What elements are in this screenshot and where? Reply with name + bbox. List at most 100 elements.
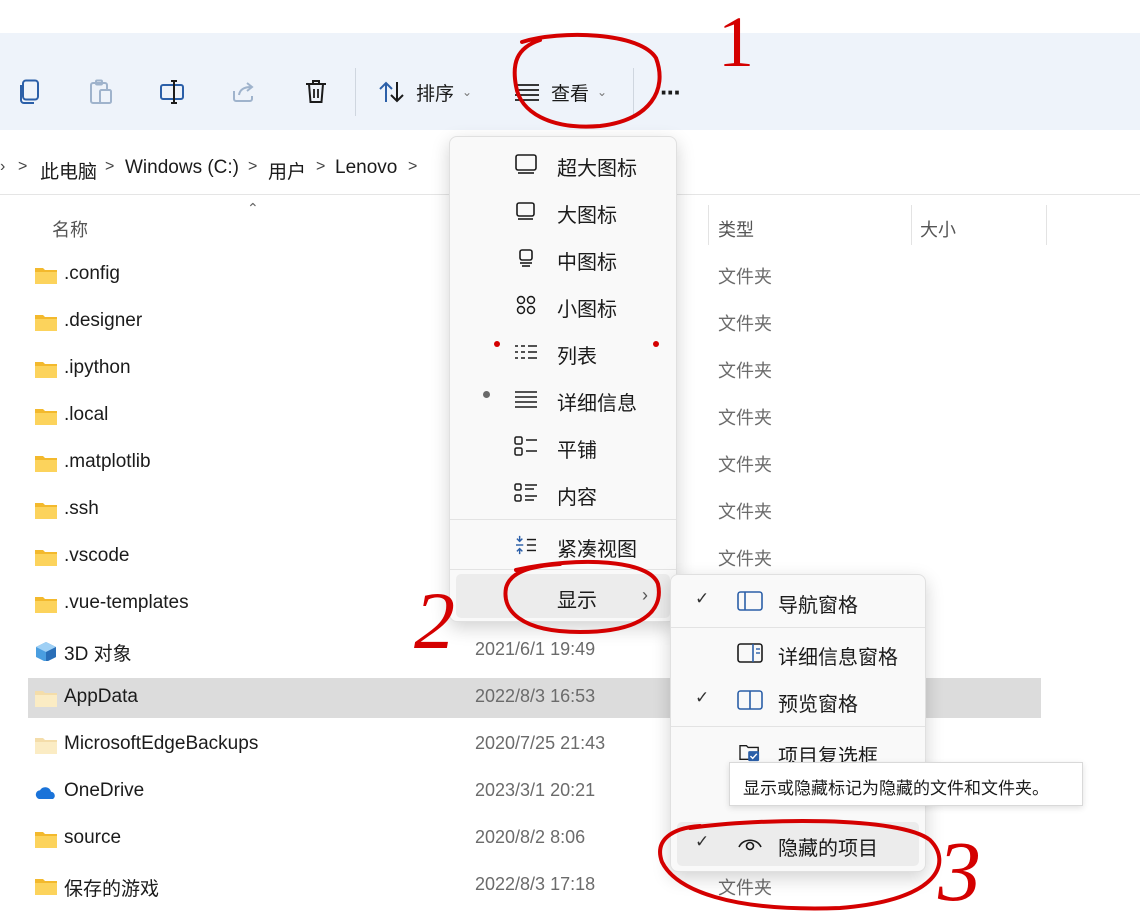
folder-icon bbox=[35, 597, 57, 613]
menu-divider bbox=[671, 627, 925, 628]
menu-item-tiles[interactable]: 平铺 bbox=[456, 424, 670, 468]
menu-item-medium-icons[interactable]: 中图标 bbox=[456, 236, 670, 280]
menu-item-label: 小图标 bbox=[557, 299, 617, 321]
menu-item-label: 超大图标 bbox=[557, 158, 637, 180]
file-name: .local bbox=[64, 404, 109, 425]
rename-icon bbox=[160, 80, 184, 104]
menu-item-list[interactable]: 列表 bbox=[456, 330, 670, 374]
file-type: 文件夹 bbox=[718, 314, 772, 334]
medium-icons-icon bbox=[519, 249, 533, 267]
column-header-type[interactable]: 类型 bbox=[718, 216, 754, 242]
file-name: 3D 对象 bbox=[64, 644, 132, 665]
file-name: .ssh bbox=[64, 498, 99, 519]
more-options-button[interactable]: ··· bbox=[652, 74, 688, 110]
folder-icon bbox=[35, 362, 57, 378]
folder-icon bbox=[35, 456, 57, 472]
file-date: 2023/3/1 20:21 bbox=[475, 780, 596, 800]
selected-dot-icon bbox=[483, 391, 490, 398]
file-type: 文件夹 bbox=[718, 408, 772, 428]
content-icon bbox=[514, 483, 537, 502]
extra-large-icons-icon bbox=[515, 154, 537, 174]
file-name: AppData bbox=[64, 686, 138, 707]
file-name: .vue-templates bbox=[64, 592, 189, 613]
folder-icon bbox=[35, 315, 57, 331]
toolbar-divider bbox=[633, 68, 634, 116]
menu-item-label: 预览窗格 bbox=[778, 694, 858, 716]
menu-item-show[interactable]: 显示 › bbox=[456, 574, 670, 618]
tooltip-text: 显示或隐藏标记为隐藏的文件和文件夹。 bbox=[743, 779, 1049, 798]
file-date: 2020/7/25 21:43 bbox=[475, 733, 606, 753]
folder-icon bbox=[35, 503, 57, 519]
menu-item-details[interactable]: 详细信息 bbox=[456, 377, 670, 421]
compact-view-icon bbox=[516, 535, 536, 555]
menu-item-hidden-items[interactable]: ✓ 隐藏的项目 bbox=[677, 822, 919, 866]
column-divider[interactable] bbox=[708, 205, 709, 245]
chevron-right-icon: > bbox=[248, 158, 258, 175]
menu-item-details-pane[interactable]: 详细信息窗格 bbox=[677, 631, 919, 675]
file-date: 2021/6/1 19:49 bbox=[475, 639, 596, 659]
tiles-icon bbox=[514, 436, 537, 456]
breadcrumb-item[interactable]: 此电脑 bbox=[40, 157, 97, 184]
menu-item-extra-large-icons[interactable]: 超大图标 bbox=[456, 142, 670, 186]
file-type: 文件夹 bbox=[718, 878, 772, 898]
menu-item-navigation-pane[interactable]: ✓ 导航窗格 bbox=[677, 579, 919, 623]
chevron-right-icon: > bbox=[105, 158, 115, 175]
file-type: 文件夹 bbox=[718, 549, 772, 569]
breadcrumb-item[interactable]: Windows (C:) bbox=[125, 157, 239, 179]
menu-item-label: 详细信息 bbox=[557, 393, 637, 415]
checkmark-icon: ✓ bbox=[695, 688, 710, 707]
show-submenu: ✓ 导航窗格 详细信息窗格 ✓ 预览窗格 项目复选框 ✓ 隐藏的项目 bbox=[670, 574, 926, 872]
chevron-down-icon: ⌄ bbox=[597, 85, 608, 99]
file-name: source bbox=[64, 827, 122, 848]
file-name: MicrosoftEdgeBackups bbox=[64, 733, 259, 754]
folder-icon bbox=[35, 268, 57, 284]
paste-button[interactable] bbox=[86, 74, 116, 110]
details-pane-icon bbox=[737, 643, 763, 663]
file-row[interactable]: 保存的游戏 2022/8/3 17:18 文件夹 bbox=[28, 866, 1041, 906]
folder-hidden-icon bbox=[35, 691, 57, 707]
menu-item-compact-view[interactable]: 紧凑视图 bbox=[456, 523, 670, 567]
breadcrumb-item[interactable]: Lenovo bbox=[335, 157, 397, 179]
view-menu: 超大图标 大图标 中图标 小图标 列表 详细信息 平铺 内容 紧凑视图 显示 › bbox=[449, 136, 677, 622]
menu-divider bbox=[450, 569, 676, 570]
sort-ascending-icon: ⌃ bbox=[247, 200, 259, 216]
checkmark-icon: ✓ bbox=[695, 832, 710, 851]
column-header-size[interactable]: 大小 bbox=[920, 216, 956, 242]
more-icon: ··· bbox=[660, 77, 682, 107]
folder-icon bbox=[35, 832, 57, 848]
details-icon bbox=[515, 391, 537, 408]
view-button[interactable]: 查看 ⌄ bbox=[514, 74, 610, 110]
view-label: 查看 bbox=[551, 83, 590, 105]
copy-button[interactable] bbox=[14, 74, 44, 110]
menu-item-large-icons[interactable]: 大图标 bbox=[456, 189, 670, 233]
column-divider[interactable] bbox=[1046, 205, 1047, 245]
breadcrumb-item[interactable]: 用户 bbox=[268, 157, 306, 184]
file-type: 文件夹 bbox=[718, 267, 772, 287]
delete-button[interactable] bbox=[301, 74, 331, 110]
view-icon bbox=[515, 84, 539, 101]
chevron-right-icon: > bbox=[18, 158, 28, 175]
large-icons-icon bbox=[516, 202, 535, 220]
chevron-right-icon: > bbox=[316, 158, 326, 175]
sort-icon bbox=[379, 81, 404, 103]
share-icon bbox=[233, 82, 254, 102]
file-type: 文件夹 bbox=[718, 502, 772, 522]
column-header-name[interactable]: 名称 bbox=[52, 216, 88, 242]
menu-item-label: 平铺 bbox=[557, 440, 597, 462]
file-name: .ipython bbox=[64, 357, 131, 378]
share-button[interactable] bbox=[229, 74, 259, 110]
chevron-right-icon: > bbox=[408, 158, 418, 175]
3d-objects-icon bbox=[36, 642, 56, 661]
menu-item-preview-pane[interactable]: ✓ 预览窗格 bbox=[677, 678, 919, 722]
menu-item-label: 大图标 bbox=[557, 205, 617, 227]
menu-item-content[interactable]: 内容 bbox=[456, 471, 670, 515]
menu-item-label: 内容 bbox=[557, 487, 597, 509]
sort-button[interactable]: 排序 ⌄ bbox=[378, 74, 474, 110]
folder-icon bbox=[35, 550, 57, 566]
column-divider[interactable] bbox=[911, 205, 912, 245]
menu-item-label: 导航窗格 bbox=[778, 595, 858, 617]
menu-item-label: 详细信息窗格 bbox=[778, 647, 898, 669]
rename-button[interactable] bbox=[157, 74, 187, 110]
file-name: .designer bbox=[64, 310, 143, 331]
menu-item-small-icons[interactable]: 小图标 bbox=[456, 283, 670, 327]
